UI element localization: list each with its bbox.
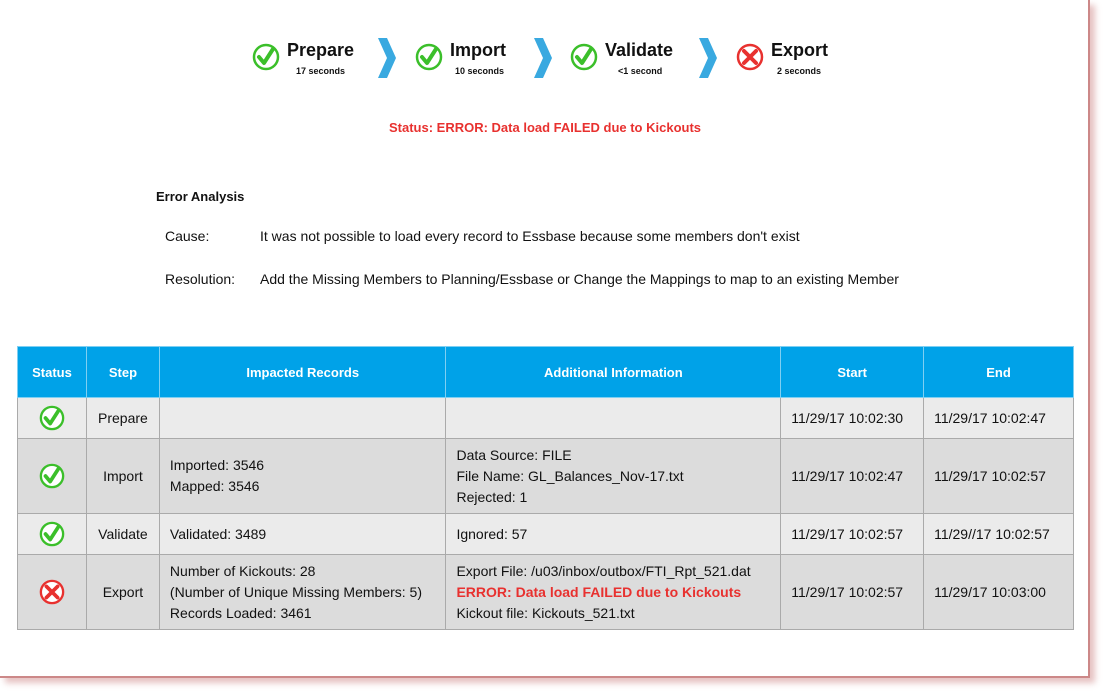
end-cell: 11/29/17 10:03:00	[923, 554, 1074, 630]
column-header-impacted-records: Impacted Records	[158, 346, 447, 398]
impacted-line: Mapped: 3546	[169, 478, 260, 494]
status-cell	[17, 438, 87, 514]
step-cell: Validate	[85, 513, 160, 555]
table-row: Export Number of Kickouts: 28 (Number of…	[17, 554, 1074, 630]
additional-info-cell: Export File: /u03/inbox/outbox/FTI_Rpt_5…	[445, 554, 782, 630]
step-name: Import	[450, 40, 506, 60]
error-analysis-title: Error Analysis	[156, 189, 245, 204]
start-cell: 11/29/17 10:02:47	[780, 438, 925, 514]
info-line: File Name: GL_Balances_Nov-17.txt	[456, 467, 684, 484]
error-circle-icon	[736, 43, 764, 71]
chevron-right-icon	[534, 38, 552, 78]
info-line: Data Source: FILE	[456, 446, 572, 463]
table-row: Import Imported: 3546 Mapped: 3546 Data …	[17, 438, 1074, 514]
column-header-status: Status	[17, 346, 87, 398]
step-duration: 17 seconds	[296, 66, 346, 76]
info-line: Export File: /u03/inbox/outbox/FTI_Rpt_5…	[456, 562, 751, 579]
end-cell: 11/29//17 10:02:57	[923, 513, 1074, 555]
status-cell	[17, 397, 87, 439]
info-line: Kickout file: Kickouts_521.txt	[456, 604, 635, 621]
step-name: Validate	[605, 40, 674, 60]
step-name: Export	[771, 40, 829, 60]
impacted-records-cell: Imported: 3546 Mapped: 3546	[158, 438, 447, 514]
chevron-right-icon	[699, 38, 717, 78]
step-duration: <1 second	[618, 66, 663, 76]
end-cell: 11/29/17 10:02:57	[923, 438, 1074, 514]
impacted-records-cell	[158, 397, 447, 439]
additional-info-cell: Ignored: 57	[445, 513, 782, 555]
check-circle-icon	[39, 463, 65, 489]
info-line: Ignored: 57	[456, 525, 528, 542]
table-row: Prepare 11/29/17 10:02:30 11/29/17 10:02…	[17, 397, 1074, 439]
column-header-step: Step	[85, 346, 160, 398]
impacted-line: Validated: 3489	[169, 525, 267, 542]
resolution-label: Resolution:	[165, 271, 236, 287]
check-circle-icon	[39, 405, 65, 431]
status-cell	[17, 554, 87, 630]
cause-text: It was not possible to load every record…	[260, 228, 800, 244]
additional-info-cell	[445, 397, 782, 439]
column-header-additional-information: Additional Information	[445, 346, 782, 398]
start-cell: 11/29/17 10:02:30	[780, 397, 925, 439]
step-duration: 10 seconds	[455, 66, 505, 76]
status-message: Status: ERROR: Data load FAILED due to K…	[388, 120, 702, 135]
check-circle-icon	[570, 43, 598, 71]
impacted-line: Number of Kickouts: 28	[169, 562, 316, 579]
error-line: ERROR: Data load FAILED due to Kickouts	[456, 583, 742, 600]
report-panel: Prepare 17 seconds Import 10 seconds Val…	[0, 0, 1090, 678]
impacted-line: (Number of Unique Missing Members: 5)	[169, 583, 423, 600]
resolution-text: Add the Missing Members to Planning/Essb…	[260, 271, 899, 287]
cause-label: Cause:	[165, 228, 210, 244]
step-name: Prepare	[287, 40, 355, 60]
end-cell: 11/29/17 10:02:47	[923, 397, 1074, 439]
impacted-line: Imported: 3546	[169, 457, 265, 473]
impacted-records-cell: Validated: 3489	[158, 513, 447, 555]
results-table: Status Step Impacted Records Additional …	[17, 346, 1074, 630]
column-header-end: End	[923, 346, 1074, 398]
process-steps: Prepare 17 seconds Import 10 seconds Val…	[252, 38, 852, 82]
check-circle-icon	[415, 43, 443, 71]
info-line: Rejected: 1	[456, 488, 528, 505]
column-header-start: Start	[780, 346, 925, 398]
step-cell: Export	[85, 554, 160, 630]
start-cell: 11/29/17 10:02:57	[780, 554, 925, 630]
table-row: Validate Validated: 3489 Ignored: 57 11/…	[17, 513, 1074, 555]
table-header-row: Status Step Impacted Records Additional …	[17, 346, 1074, 398]
error-circle-icon	[39, 579, 65, 605]
check-circle-icon	[252, 43, 280, 71]
step-duration: 2 seconds	[777, 66, 822, 76]
additional-info-cell: Data Source: FILE File Name: GL_Balances…	[445, 438, 782, 514]
step-cell: Prepare	[85, 397, 160, 439]
start-cell: 11/29/17 10:02:57	[780, 513, 925, 555]
impacted-records-cell: Number of Kickouts: 28 (Number of Unique…	[158, 554, 447, 630]
status-cell	[17, 513, 87, 555]
check-circle-icon	[39, 521, 65, 547]
step-cell: Import	[85, 438, 160, 514]
chevron-right-icon	[378, 38, 396, 78]
impacted-line: Records Loaded: 3461	[169, 604, 312, 621]
